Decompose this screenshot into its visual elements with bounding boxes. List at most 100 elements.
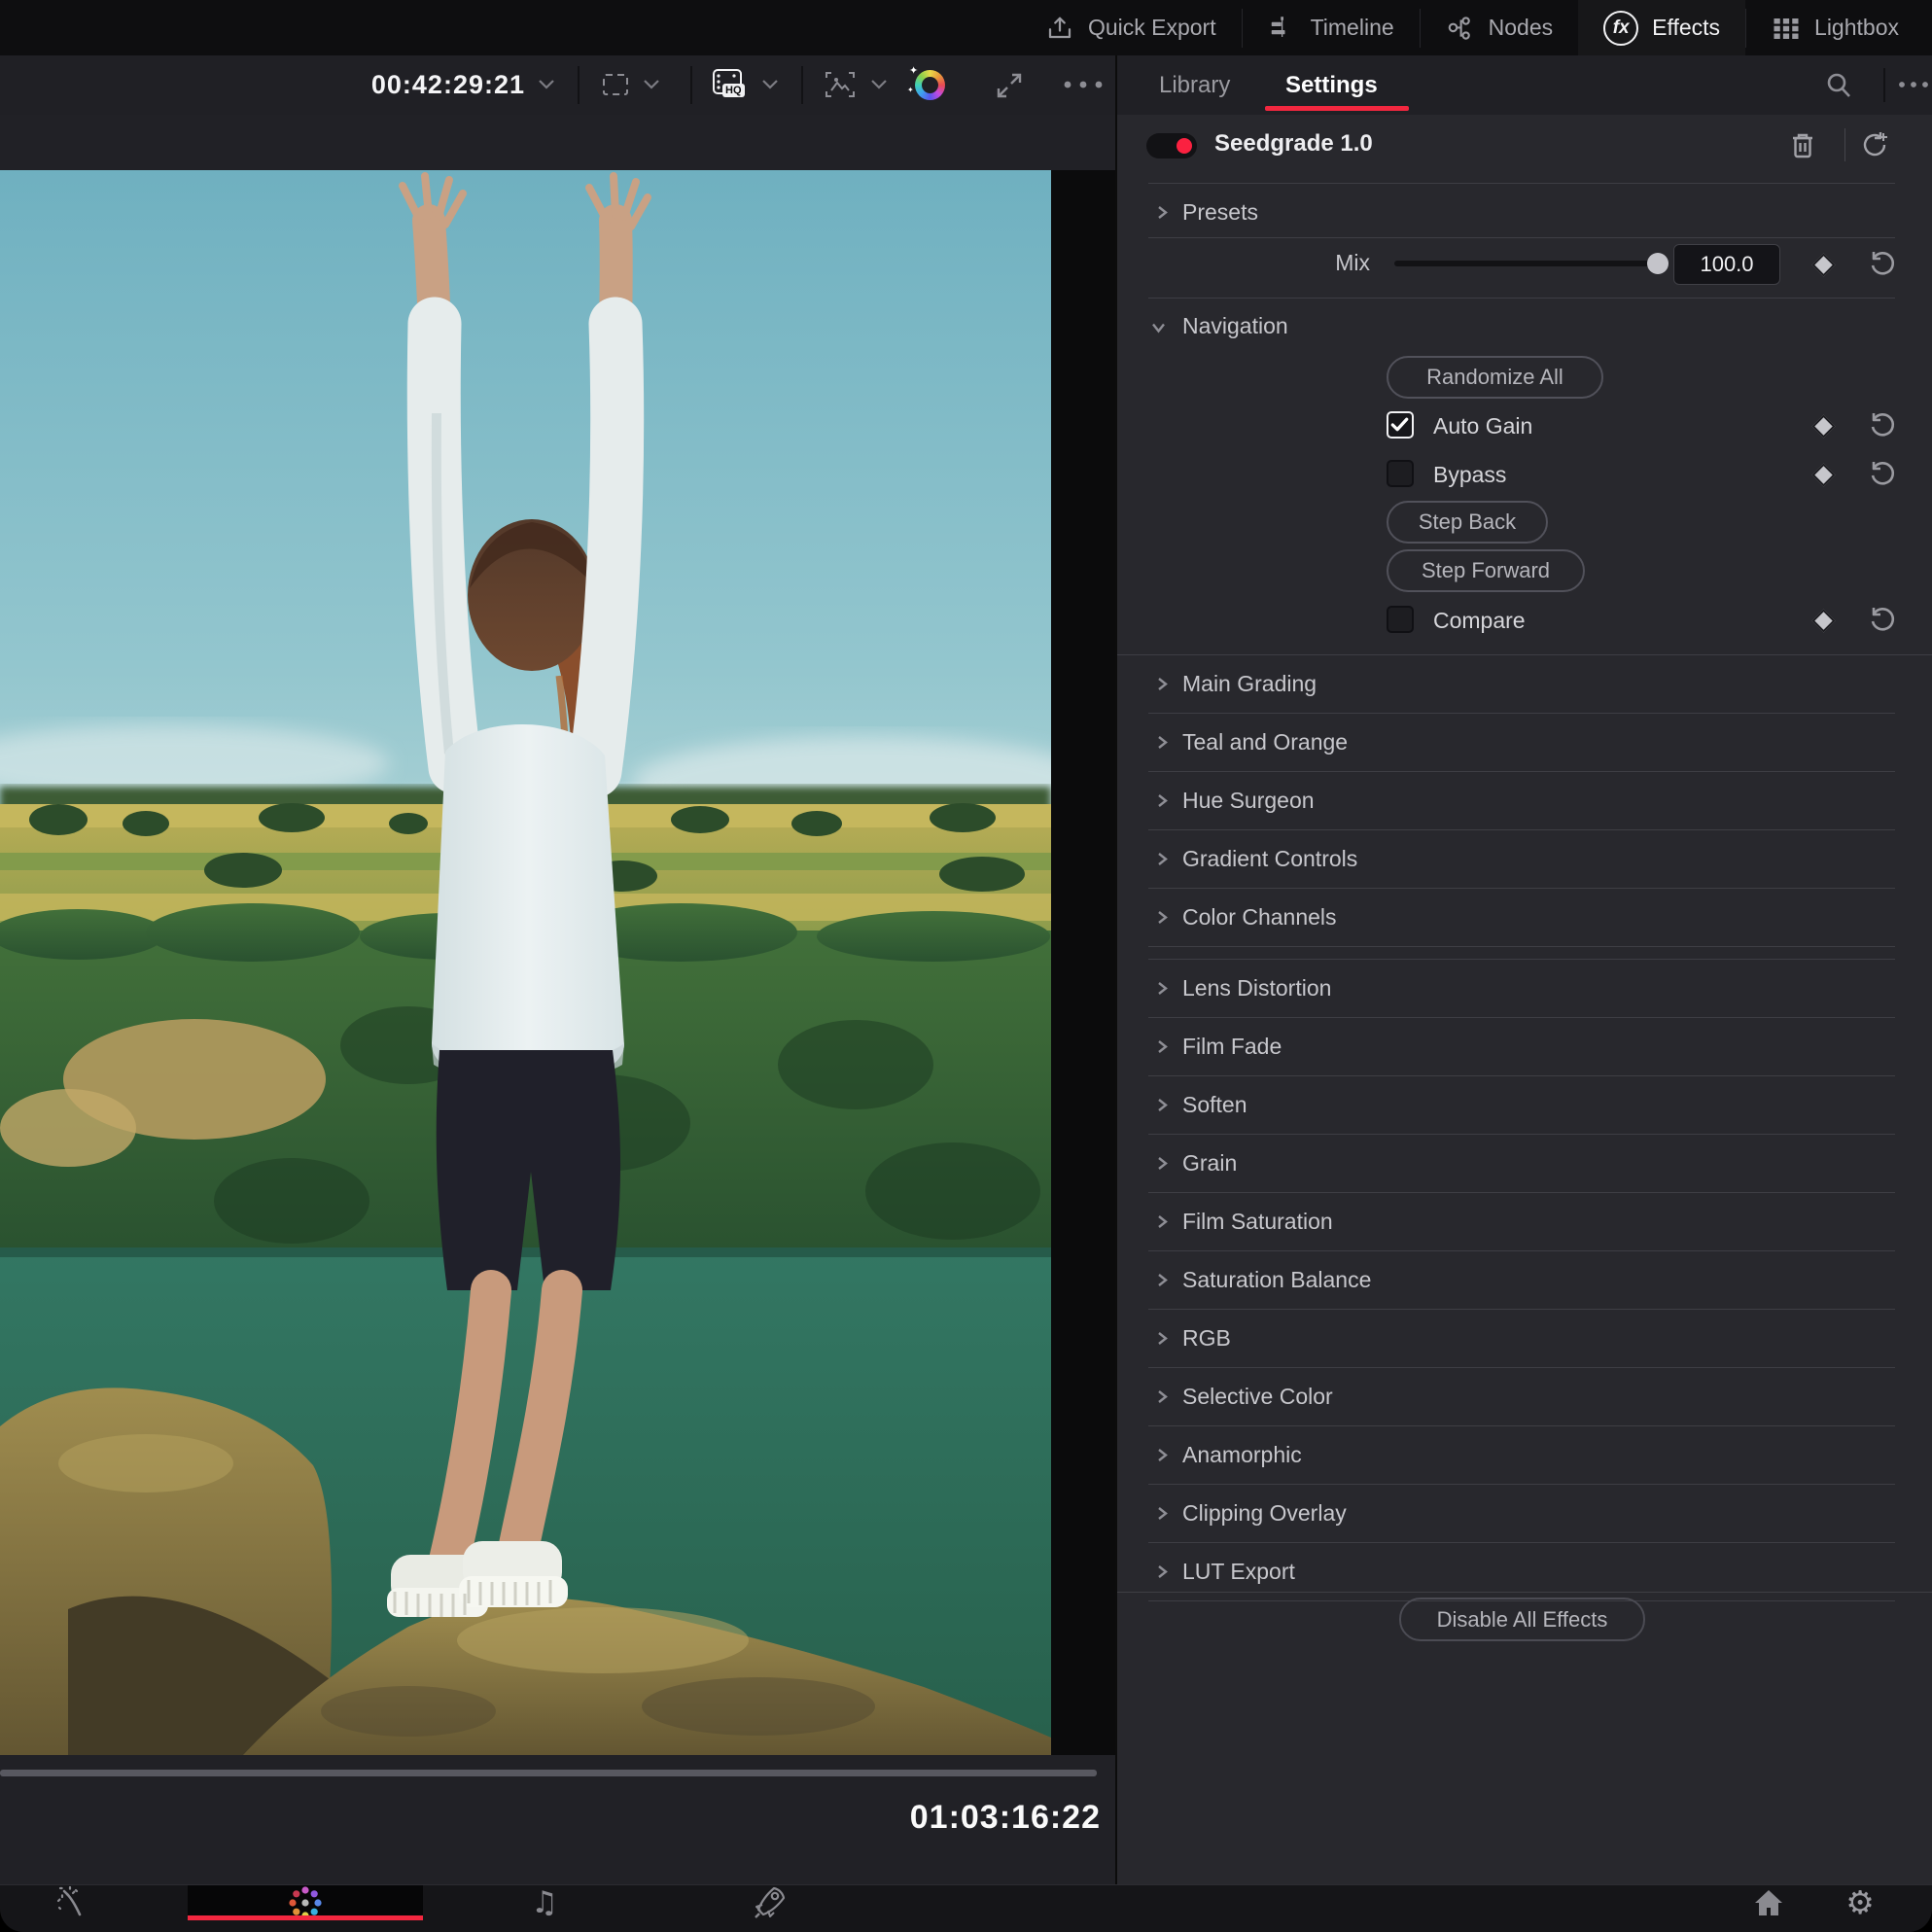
section-label: Color Channels bbox=[1182, 904, 1337, 931]
disable-all-effects-button[interactable]: Disable All Effects bbox=[1399, 1598, 1645, 1641]
checkmark-icon bbox=[1388, 413, 1411, 436]
effect-history-icon[interactable] bbox=[1858, 128, 1891, 161]
export-icon bbox=[1045, 14, 1074, 43]
effects-button[interactable]: fx Effects bbox=[1578, 0, 1745, 55]
lightbox-button[interactable]: Lightbox bbox=[1746, 0, 1932, 55]
section-row-film-saturation[interactable]: Film Saturation bbox=[1117, 1193, 1932, 1251]
section-row-lut-export[interactable]: LUT Export bbox=[1117, 1543, 1932, 1601]
section-label: LUT Export bbox=[1182, 1559, 1295, 1585]
active-page-underline bbox=[188, 1915, 423, 1920]
nodes-icon bbox=[1446, 14, 1475, 43]
format-chevron-down-icon[interactable] bbox=[642, 77, 661, 92]
toolbar-divider bbox=[578, 66, 580, 104]
bypass-keyframe-diamond-icon[interactable] bbox=[1811, 463, 1835, 486]
effect-enable-toggle[interactable] bbox=[1146, 133, 1197, 158]
navigation-section-header[interactable]: Navigation bbox=[1117, 305, 1932, 350]
tab-deliver-page[interactable] bbox=[731, 1885, 809, 1920]
quick-export-button[interactable]: Quick Export bbox=[1020, 0, 1242, 55]
section-label: Main Grading bbox=[1182, 671, 1317, 697]
search-icon[interactable] bbox=[1823, 70, 1854, 101]
section-row-color-channels[interactable]: Color Channels bbox=[1117, 889, 1932, 947]
playback-quality-icon[interactable]: HQ bbox=[711, 67, 752, 102]
hq-badge: HQ bbox=[722, 84, 745, 97]
section-row-lens-distortion[interactable]: Lens Distortion bbox=[1117, 960, 1932, 1018]
rocket-icon bbox=[751, 1883, 790, 1922]
randomize-all-button[interactable]: Randomize All bbox=[1387, 356, 1603, 399]
tab-library[interactable]: Library bbox=[1159, 55, 1230, 115]
section-row-gradient-controls[interactable]: Gradient Controls bbox=[1117, 830, 1932, 889]
separator bbox=[1148, 237, 1895, 238]
section-group-break bbox=[1117, 947, 1932, 960]
toolbar-divider bbox=[690, 66, 692, 104]
viewer-timecode-display[interactable]: 00:42:29:21 bbox=[360, 55, 525, 115]
page-bar: ♫ ⚙ bbox=[0, 1884, 1932, 1932]
step-back-button[interactable]: Step Back bbox=[1387, 501, 1548, 544]
section-label: Selective Color bbox=[1182, 1384, 1333, 1410]
viewer-format-icon[interactable] bbox=[599, 70, 632, 99]
project-manager-button[interactable] bbox=[1730, 1885, 1808, 1920]
section-row-soften[interactable]: Soften bbox=[1117, 1076, 1932, 1135]
compare-checkbox[interactable] bbox=[1387, 606, 1414, 633]
auto-gain-keyframe-diamond-icon[interactable] bbox=[1811, 414, 1835, 438]
delete-effect-trash-icon[interactable] bbox=[1788, 130, 1817, 161]
mix-value-field[interactable]: 100.0 bbox=[1673, 244, 1780, 285]
panel-options-kebab-icon[interactable] bbox=[1897, 80, 1930, 89]
section-label: Hue Surgeon bbox=[1182, 788, 1315, 814]
section-label: Film Saturation bbox=[1182, 1209, 1333, 1235]
separator bbox=[1148, 298, 1895, 299]
quality-chevron-down-icon[interactable] bbox=[760, 77, 780, 92]
auto-gain-reset-icon[interactable] bbox=[1868, 410, 1897, 439]
section-label: Film Fade bbox=[1182, 1034, 1282, 1060]
section-label: Soften bbox=[1182, 1092, 1247, 1118]
bypass-label: Bypass bbox=[1433, 462, 1506, 488]
tab-fairlight-page[interactable]: ♫ bbox=[506, 1885, 583, 1920]
quick-export-label: Quick Export bbox=[1088, 15, 1216, 41]
compare-reset-icon[interactable] bbox=[1868, 605, 1897, 634]
effects-label: Effects bbox=[1652, 15, 1720, 41]
viewer-options-kebab-icon[interactable] bbox=[1062, 79, 1105, 90]
header-divider bbox=[1844, 128, 1845, 161]
section-row-anamorphic[interactable]: Anamorphic bbox=[1117, 1426, 1932, 1485]
auto-gain-checkbox[interactable] bbox=[1387, 411, 1414, 439]
bypass-reset-icon[interactable] bbox=[1868, 459, 1897, 488]
section-row-selective-color[interactable]: Selective Color bbox=[1117, 1368, 1932, 1426]
section-row-saturation-balance[interactable]: Saturation Balance bbox=[1117, 1251, 1932, 1310]
tab-fusion-page[interactable] bbox=[33, 1885, 111, 1920]
viewer-scrub-bar[interactable] bbox=[0, 1770, 1097, 1776]
record-timecode: 01:03:16:22 bbox=[739, 1799, 1101, 1837]
bypass-checkbox[interactable] bbox=[1387, 460, 1414, 487]
panel-header-divider bbox=[1883, 68, 1885, 102]
viewer-area: 01:03:16:22 bbox=[0, 115, 1115, 1884]
timeline-button[interactable]: Timeline bbox=[1243, 0, 1420, 55]
section-row-grain[interactable]: Grain bbox=[1117, 1135, 1932, 1193]
section-row-hue-surgeon[interactable]: Hue Surgeon bbox=[1117, 772, 1932, 830]
viewer-toolbar: 00:42:29:21 HQ ✦ ✦ bbox=[0, 55, 1115, 115]
grab-still-icon[interactable] bbox=[823, 69, 858, 100]
nodes-button[interactable]: Nodes bbox=[1421, 0, 1578, 55]
mix-slider[interactable] bbox=[1394, 261, 1668, 266]
section-row-main-grading[interactable]: Main Grading bbox=[1117, 655, 1932, 714]
expand-viewer-icon[interactable] bbox=[994, 70, 1025, 101]
section-row-film-fade[interactable]: Film Fade bbox=[1117, 1018, 1932, 1076]
toggle-knob bbox=[1177, 138, 1192, 154]
presets-section-header[interactable]: Presets bbox=[1117, 191, 1932, 237]
viewer-image bbox=[0, 170, 1051, 1755]
gear-icon: ⚙ bbox=[1845, 1883, 1875, 1922]
chevron-right-icon bbox=[1154, 204, 1171, 221]
still-chevron-down-icon[interactable] bbox=[869, 77, 889, 92]
effect-sections: Main Grading Teal and Orange Hue Surgeon Gr… bbox=[1117, 655, 1932, 1601]
mix-reset-icon[interactable] bbox=[1868, 249, 1897, 278]
color-boost-icon[interactable]: ✦ ✦ bbox=[915, 70, 945, 100]
section-row-teal-and-orange[interactable]: Teal and Orange bbox=[1117, 714, 1932, 772]
section-row-rgb[interactable]: RGB bbox=[1117, 1310, 1932, 1368]
section-row-clipping-overlay[interactable]: Clipping Overlay bbox=[1117, 1485, 1932, 1543]
mix-slider-handle[interactable] bbox=[1647, 253, 1669, 274]
timecode-chevron-down-icon[interactable] bbox=[537, 77, 556, 92]
mix-keyframe-diamond-icon[interactable] bbox=[1811, 253, 1835, 276]
step-forward-button[interactable]: Step Forward bbox=[1387, 549, 1585, 592]
effects-fx-icon: fx bbox=[1603, 11, 1638, 46]
presets-label: Presets bbox=[1182, 199, 1258, 226]
effect-title: Seedgrade 1.0 bbox=[1214, 130, 1373, 158]
project-settings-button[interactable]: ⚙ bbox=[1821, 1885, 1899, 1920]
compare-keyframe-diamond-icon[interactable] bbox=[1811, 609, 1835, 632]
